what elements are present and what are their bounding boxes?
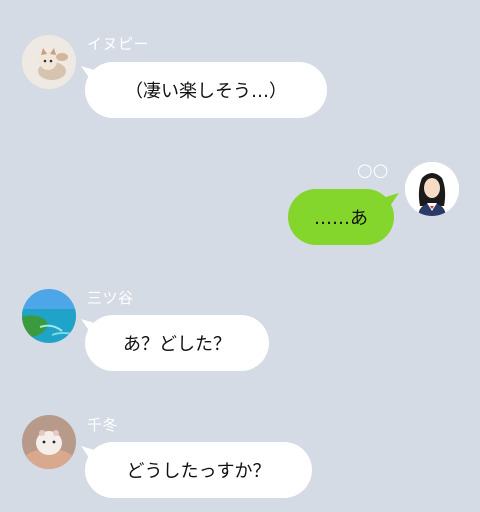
hamster-photo-icon bbox=[22, 415, 76, 469]
sender-name: イヌピー bbox=[87, 35, 150, 53]
schoolgirl-icon bbox=[405, 162, 459, 216]
beach-photo-icon bbox=[22, 289, 76, 343]
sender-name: 千冬 bbox=[87, 416, 119, 434]
message-bubble[interactable]: どうしたっすか？ bbox=[85, 442, 312, 498]
message-bubble[interactable]: あ？どした？ bbox=[85, 315, 269, 371]
sender-avatar[interactable] bbox=[22, 35, 76, 89]
message-bubble[interactable]: （凄い楽しそう…） bbox=[85, 62, 327, 118]
cat-photo-icon bbox=[22, 35, 76, 89]
sender-name: 三ツ谷 bbox=[87, 289, 134, 307]
message-text: （凄い楽しそう…） bbox=[125, 81, 287, 102]
sender-avatar[interactable] bbox=[22, 289, 76, 343]
read-status: ○○ bbox=[357, 160, 389, 181]
message-text: ……あ bbox=[314, 208, 368, 229]
message-text: どうしたっすか？ bbox=[126, 461, 271, 482]
user-avatar[interactable] bbox=[405, 162, 459, 216]
sender-avatar[interactable] bbox=[22, 415, 76, 469]
message-text: あ？どした？ bbox=[123, 334, 231, 355]
message-bubble[interactable]: ……あ bbox=[288, 189, 394, 245]
